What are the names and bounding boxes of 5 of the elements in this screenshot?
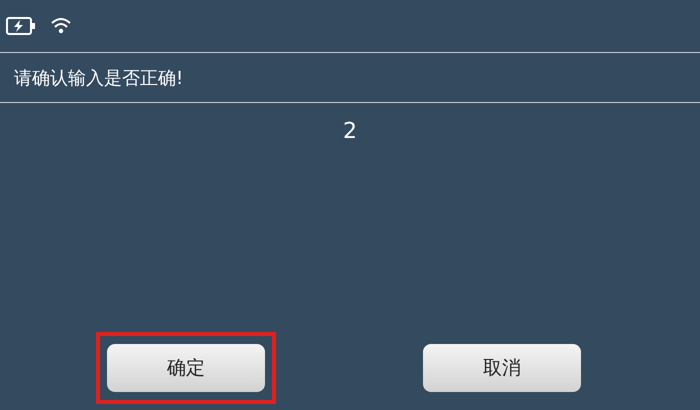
input-value: 2 [343,119,357,144]
wifi-icon [50,17,72,35]
confirm-button[interactable]: 确定 [107,344,265,392]
cancel-button[interactable]: 取消 [423,344,581,392]
confirm-prompt: 请确认输入是否正确! [14,66,184,90]
